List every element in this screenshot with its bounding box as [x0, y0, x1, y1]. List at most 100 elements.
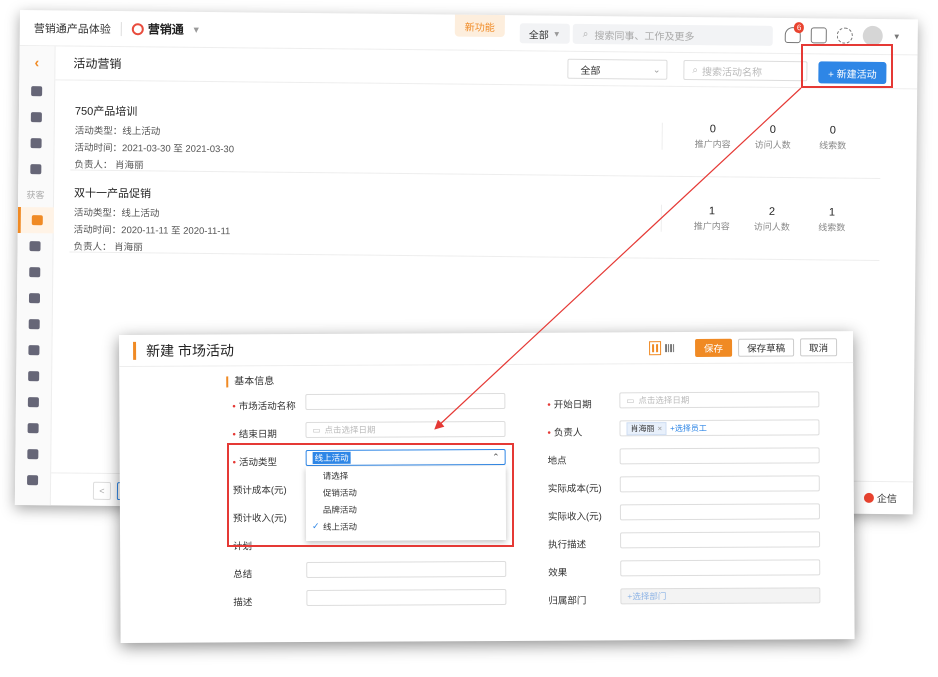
owner-picker[interactable]: 肖海丽 × +选择员工 [619, 419, 820, 437]
stat-value: 0 [829, 124, 836, 137]
activity-name[interactable]: 双十一产品促销 [74, 185, 151, 202]
ad-icon[interactable] [28, 293, 41, 304]
tenant-name[interactable]: 营销通产品体验 [34, 20, 111, 37]
campaign-name-input[interactable] [305, 392, 506, 411]
stat-value: 1 [708, 205, 716, 218]
chevron-down-icon: ▼ [191, 24, 201, 35]
location-input[interactable] [619, 447, 820, 465]
avatar[interactable] [862, 25, 883, 47]
start-date-label: • 开始日期 [547, 399, 592, 411]
document-icon [31, 215, 43, 226]
stat-value: 2 [768, 205, 776, 218]
end-date-picker[interactable]: ▭ 点击选择日期 [305, 420, 506, 439]
activity-type: 活动类型：线上活动 [74, 125, 161, 138]
location-label: 地点 [547, 455, 567, 467]
collapse-menu-icon[interactable] [27, 475, 39, 486]
back-chevron-icon[interactable]: ‹ [34, 46, 40, 78]
activity-search-input[interactable]: ⌕ 搜索活动名称 [683, 59, 808, 82]
start-date-picker[interactable]: ▭ 点击选择日期 [619, 391, 820, 409]
activity-stats: 1 推广内容 2 访问人数 1 线索数 [660, 204, 862, 234]
inbox-icon[interactable] [810, 27, 827, 44]
new-feature-tab[interactable]: 新功能 [454, 14, 505, 38]
two-column-layout-icon[interactable] [648, 341, 662, 356]
calendar-icon: ▭ [626, 394, 635, 405]
sidebar-section-label: 获客 [26, 190, 45, 201]
layout-toggle[interactable] [648, 340, 679, 356]
contacts-icon[interactable] [30, 164, 42, 175]
summary-input[interactable] [306, 560, 507, 579]
activity-stats: 0 推广内容 0 访问人数 0 线索数 [661, 122, 863, 152]
chevron-down-icon: ⌄ [652, 64, 661, 75]
activity-card[interactable]: 750产品培训 活动类型：线上活动 活动时间：2021-03-30 至 2021… [70, 90, 882, 180]
four-column-layout-icon[interactable] [664, 341, 676, 355]
divider [120, 21, 122, 36]
chevron-down-icon: ▼ [552, 29, 561, 39]
qixin-button[interactable]: 企信 [863, 490, 897, 505]
annotation-highlight-new-button [801, 44, 893, 88]
bell-icon[interactable]: 6 [784, 22, 805, 44]
description-input[interactable] [306, 588, 507, 607]
activity-owner: 负责人： 肖海丽 [73, 241, 143, 254]
org-chart-icon[interactable] [27, 449, 39, 460]
cancel-button[interactable]: 取消 [800, 338, 838, 357]
activity-card[interactable]: 双十一产品促销 活动类型：线上活动 活动时间：2020-11-11 至 2020… [69, 172, 881, 262]
stat-value: 1 [828, 206, 836, 219]
activity-search-placeholder: 搜索活动名称 [701, 66, 763, 79]
save-draft-button[interactable]: 保存草稿 [737, 338, 795, 357]
sms-icon[interactable] [27, 397, 39, 408]
owner-tag[interactable]: 肖海丽 × [626, 421, 667, 435]
sidebar-item-activity-marketing[interactable] [17, 206, 54, 234]
global-search-input[interactable]: ⌕ 搜索同事、工作及更多 [572, 23, 773, 46]
chevron-down-icon[interactable]: ▼ [893, 32, 901, 41]
stat-value: 0 [769, 123, 776, 136]
summary-label: 总结 [233, 569, 253, 581]
department-picker[interactable]: +选择部门 [620, 587, 821, 605]
search-scope-select[interactable]: 全部 ▼ [519, 23, 570, 44]
actual-cost-input[interactable] [619, 475, 820, 493]
calendar-icon[interactable] [30, 138, 42, 149]
actual-income-label: 实际收入(元) [547, 511, 602, 523]
stat-label: 推广内容 [694, 139, 731, 150]
gear-icon[interactable] [836, 27, 853, 44]
close-icon: × [657, 423, 663, 433]
product-name: 营销通 [147, 22, 184, 37]
page-title: 活动营销 [73, 56, 122, 72]
notification-badge: 6 [793, 22, 805, 34]
select-employee-link[interactable]: +选择员工 [670, 422, 707, 433]
annotation-highlight-type-select [227, 443, 514, 547]
prev-page-button[interactable]: < [92, 481, 112, 500]
mail-icon[interactable] [27, 423, 39, 434]
activity-name[interactable]: 750产品培训 [75, 103, 138, 120]
execution-input[interactable] [620, 531, 821, 549]
actual-income-input[interactable] [619, 503, 820, 521]
section-title: 基本信息 [226, 376, 275, 388]
stat-promotions: 1 推广内容 [682, 205, 742, 233]
end-date-label: • 结束日期 [232, 429, 277, 441]
name-field-label: • 市场活动名称 [232, 401, 296, 413]
stat-label: 访问人数 [754, 139, 791, 151]
product-switcher[interactable]: 营销通 ▼ [131, 20, 201, 38]
activity-filter-value: 全部 [580, 65, 601, 77]
actual-cost-label: 实际成本(元) [547, 483, 602, 495]
stat-leads: 1 线索数 [802, 206, 862, 234]
search-scope-value: 全部 [528, 29, 549, 42]
meeting-icon[interactable] [29, 267, 41, 278]
chat-icon[interactable] [28, 371, 40, 382]
owner-label: • 负责人 [547, 427, 583, 439]
calendar-icon: ▭ [312, 424, 321, 435]
activity-filter-select[interactable]: 全部 ⌄ [567, 58, 668, 80]
save-button[interactable]: 保存 [694, 338, 733, 357]
search-icon: ⌕ [582, 28, 589, 40]
stat-value: 0 [709, 123, 716, 136]
effect-label: 效果 [548, 567, 568, 579]
effect-input[interactable] [620, 559, 821, 577]
home-icon[interactable] [31, 86, 43, 97]
live-icon[interactable] [29, 241, 41, 252]
wechat-icon[interactable] [28, 345, 40, 356]
users-icon[interactable] [28, 319, 40, 330]
message-icon[interactable] [30, 112, 42, 123]
sidebar: ‹ 获客 [14, 45, 56, 506]
product-logo-icon [131, 22, 144, 35]
activity-type: 活动类型：线上活动 [73, 207, 160, 220]
dialog-title: 新建 市场活动 [146, 341, 235, 359]
